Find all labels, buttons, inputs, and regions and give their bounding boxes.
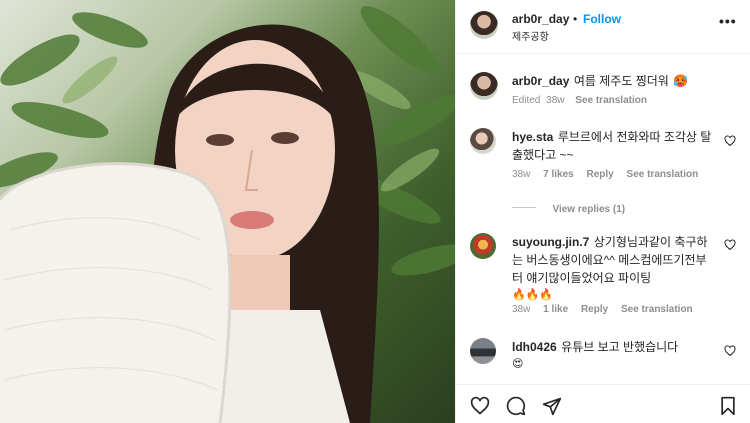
- caption-text: 여름 제주도 찡더워: [573, 74, 669, 88]
- comment-reply-button[interactable]: Reply: [587, 169, 614, 180]
- more-options-icon[interactable]: •••: [719, 13, 737, 29]
- caption: arb0r_day 여름 제주도 찡더워 🥵: [512, 72, 732, 90]
- comment-author[interactable]: hye.sta: [512, 130, 553, 144]
- caption-emoji: 🥵: [673, 74, 689, 88]
- post-photo[interactable]: [0, 0, 455, 423]
- post-actions-bar: [456, 384, 750, 423]
- comment-likes[interactable]: 1 like: [543, 304, 568, 315]
- view-replies-label[interactable]: View replies (1): [552, 204, 625, 215]
- comment-see-translation[interactable]: See translation: [627, 169, 699, 180]
- comment-like-heart-icon[interactable]: [724, 239, 736, 251]
- comment-icon[interactable]: [506, 396, 526, 416]
- caption-author[interactable]: arb0r_day: [512, 74, 569, 88]
- comment-avatar[interactable]: [470, 128, 496, 154]
- comment-emojis: 🔥🔥🔥: [512, 289, 554, 301]
- edited-label: Edited: [512, 95, 541, 106]
- comment-like-heart-icon[interactable]: [724, 345, 736, 357]
- comment-time: 38w: [512, 169, 531, 180]
- caption-see-translation[interactable]: See translation: [575, 95, 647, 106]
- post-dialog: arb0r_day • Follow 제주공항 ••• arb0r_day 여름…: [0, 0, 750, 423]
- caption-time: 38w: [546, 95, 565, 106]
- view-replies-line: [512, 207, 536, 209]
- share-icon[interactable]: [542, 396, 562, 416]
- bookmark-icon[interactable]: [718, 396, 738, 416]
- comment-reply-button[interactable]: Reply: [581, 304, 608, 315]
- caption-meta: Edited 38w See translation: [512, 95, 647, 106]
- comment-text: 유튜브 보고 반했습니다: [561, 340, 679, 354]
- comment-body: suyoung.jin.7 상기형님과같이 축구하는 버스동생이에요^^ 메스컴…: [512, 233, 712, 303]
- comment-meta: 38w 7 likes Reply See translation: [512, 169, 698, 180]
- comment-likes[interactable]: 7 likes: [543, 169, 574, 180]
- comment-avatar[interactable]: [470, 233, 496, 259]
- author-username[interactable]: arb0r_day: [512, 12, 569, 26]
- location-label[interactable]: 제주공항: [512, 28, 549, 43]
- comment-author[interactable]: ldh0426: [512, 340, 557, 354]
- comment-time: 38w: [512, 304, 531, 315]
- comment-body: hye.sta 루브르에서 전화와따 조각상 탈출했다고 ~~: [512, 128, 717, 164]
- comment-meta: 38w 1 like Reply See translation: [512, 304, 693, 315]
- post-header: arb0r_day • Follow 제주공항 •••: [456, 0, 750, 54]
- caption-avatar[interactable]: [470, 72, 498, 100]
- post-side-panel: arb0r_day • Follow 제주공항 ••• arb0r_day 여름…: [455, 0, 750, 423]
- comment-author[interactable]: suyoung.jin.7: [512, 235, 589, 249]
- comment-like-heart-icon[interactable]: [724, 135, 736, 147]
- author-avatar[interactable]: [470, 11, 498, 39]
- comment-body: ldh0426 유튜브 보고 반했습니다 😍: [512, 338, 712, 372]
- heart-icon[interactable]: [470, 396, 490, 416]
- photo-illustration: [0, 6, 455, 423]
- comment-see-translation[interactable]: See translation: [621, 304, 693, 315]
- follow-button[interactable]: Follow: [583, 12, 621, 26]
- comment-emojis: 😍: [512, 358, 524, 370]
- view-replies-button[interactable]: View replies (1): [512, 199, 625, 217]
- comment-avatar[interactable]: [470, 338, 496, 364]
- separator-dot: •: [573, 12, 578, 26]
